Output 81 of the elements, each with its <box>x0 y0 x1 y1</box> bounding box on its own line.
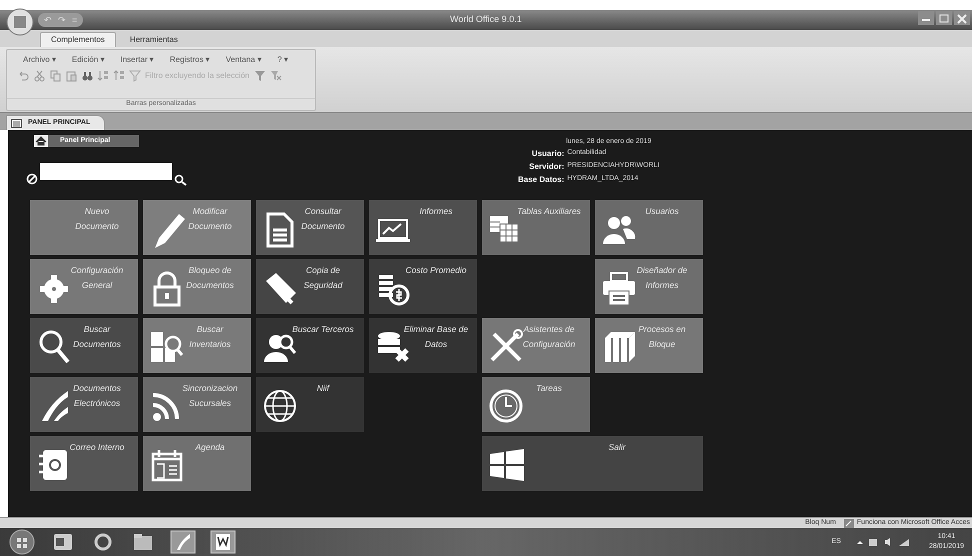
scissors-icon[interactable] <box>33 69 45 82</box>
copy-icon[interactable] <box>49 69 61 82</box>
menu-tile[interactable]: Tareas <box>482 377 590 432</box>
menu-tile[interactable]: Buscar Documentos <box>30 318 138 373</box>
tile-label: Informes <box>418 205 454 218</box>
tile-label: Eliminar Base de Datos <box>402 323 470 351</box>
menu-tile[interactable]: Usuarios <box>595 200 703 255</box>
clear-filter-icon[interactable] <box>270 69 282 82</box>
paste-icon[interactable] <box>65 69 77 82</box>
undo-icon[interactable] <box>17 69 29 82</box>
menu-item[interactable]: Insertar ▾ <box>120 54 154 66</box>
restore-icon[interactable] <box>936 11 952 25</box>
list-icon <box>11 118 22 128</box>
tile-label: Procesos en Bloque <box>637 323 687 351</box>
menu-tile[interactable]: Consultar Documento <box>256 200 364 255</box>
swoosh-app-icon[interactable] <box>170 530 196 554</box>
tile-label: Correo Interno <box>68 441 126 454</box>
menu-tile[interactable]: Informes <box>369 200 477 255</box>
tile-label: Costo Promedio <box>404 264 468 277</box>
clear-icon[interactable] <box>26 173 38 185</box>
menu-tile[interactable]: Salir <box>482 436 703 491</box>
tile-label: Nuevo Documento <box>74 205 120 233</box>
minimize-icon[interactable] <box>918 11 934 25</box>
menu-tile[interactable]: Modificar Documento <box>143 200 251 255</box>
menu-tile[interactable]: Bloqueo de Documentos <box>143 259 251 314</box>
sort-descending-icon[interactable] <box>113 69 125 82</box>
menu-item[interactable]: Registros ▾ <box>170 54 210 66</box>
close-icon[interactable] <box>954 11 970 25</box>
tile-label: Configuración General <box>70 264 124 292</box>
menu-tile[interactable]: Asistentes de Configuración <box>482 318 590 373</box>
tile-label: Agenda <box>194 441 226 454</box>
tile-label: Modificar Documento <box>187 205 233 233</box>
tile-label: Documentos Electrónicos <box>72 382 122 410</box>
tile-label: Niif <box>316 382 331 395</box>
tile-label: Diseñador de Informes <box>636 264 688 292</box>
home-icon <box>34 135 48 147</box>
menu-tile[interactable]: Agenda <box>143 436 251 491</box>
tile-label: Tablas Auxiliares <box>516 205 582 218</box>
tile-label: Asistentes de Configuración <box>522 323 576 351</box>
tile-label: Bloqueo de Documentos <box>185 264 235 292</box>
tile-label: Salir <box>607 441 627 454</box>
menu-tile[interactable]: Procesos en Bloque <box>595 318 703 373</box>
info-label: Base Datos: <box>518 174 564 186</box>
menu-item[interactable]: Archivo ▾ <box>23 54 56 66</box>
menu-tile[interactable]: Documentos Electrónicos <box>30 377 138 432</box>
menu-tile[interactable]: Copia de Seguridad <box>256 259 364 314</box>
ribbon-tab[interactable]: Herramientas <box>120 32 188 47</box>
tile-label: Tareas <box>535 382 563 395</box>
ribbon-tab[interactable]: Complementos <box>40 32 116 47</box>
menu-tile[interactable]: Costo Promedio <box>369 259 477 314</box>
tile-label: Usuarios <box>644 205 680 218</box>
tile-label: Buscar Terceros <box>291 323 355 336</box>
filter-icon[interactable] <box>129 69 141 82</box>
menu-item[interactable]: Ventana ▾ <box>226 54 262 66</box>
menu-item[interactable]: Edición ▾ <box>72 54 104 66</box>
document-app-icon[interactable] <box>210 530 236 554</box>
tile-label: Buscar Documentos <box>72 323 122 351</box>
info-label: Usuario: <box>530 148 564 160</box>
menu-tile[interactable]: Tablas Auxiliares <box>482 200 590 255</box>
menu-tile[interactable]: Configuración General <box>30 259 138 314</box>
sort-ascending-icon[interactable] <box>97 69 109 82</box>
binoculars-icon[interactable] <box>81 69 93 82</box>
search-field[interactable] <box>40 163 172 180</box>
menu-tile[interactable]: Buscar Inventarios <box>143 318 251 373</box>
menu-item[interactable]: ? ▾ <box>277 54 288 66</box>
search-icon[interactable] <box>174 174 187 186</box>
start-orb-icon[interactable] <box>8 529 36 555</box>
menu-tile[interactable]: Nuevo Documento <box>30 200 138 255</box>
info-label: Servidor: <box>528 161 564 173</box>
menu-tile[interactable]: Correo Interno <box>30 436 138 491</box>
funnel-icon[interactable] <box>254 69 266 82</box>
tile-label: Sincronizacion Sucursales <box>181 382 239 410</box>
menu-tile[interactable]: Sincronizacion Sucursales <box>143 377 251 432</box>
tile-label: Copia de Seguridad <box>302 264 344 292</box>
menu-tile[interactable]: Buscar Terceros <box>256 318 364 373</box>
tile-label: Buscar Inventarios <box>188 323 232 351</box>
menu-tile[interactable]: Eliminar Base de Datos <box>369 318 477 373</box>
window-title: World Office 9.0.1 <box>450 13 522 26</box>
tile-label: Consultar Documento <box>300 205 346 233</box>
menu-tile[interactable]: Diseñador de Informes <box>595 259 703 314</box>
menu-tile[interactable]: Niif <box>256 377 364 432</box>
